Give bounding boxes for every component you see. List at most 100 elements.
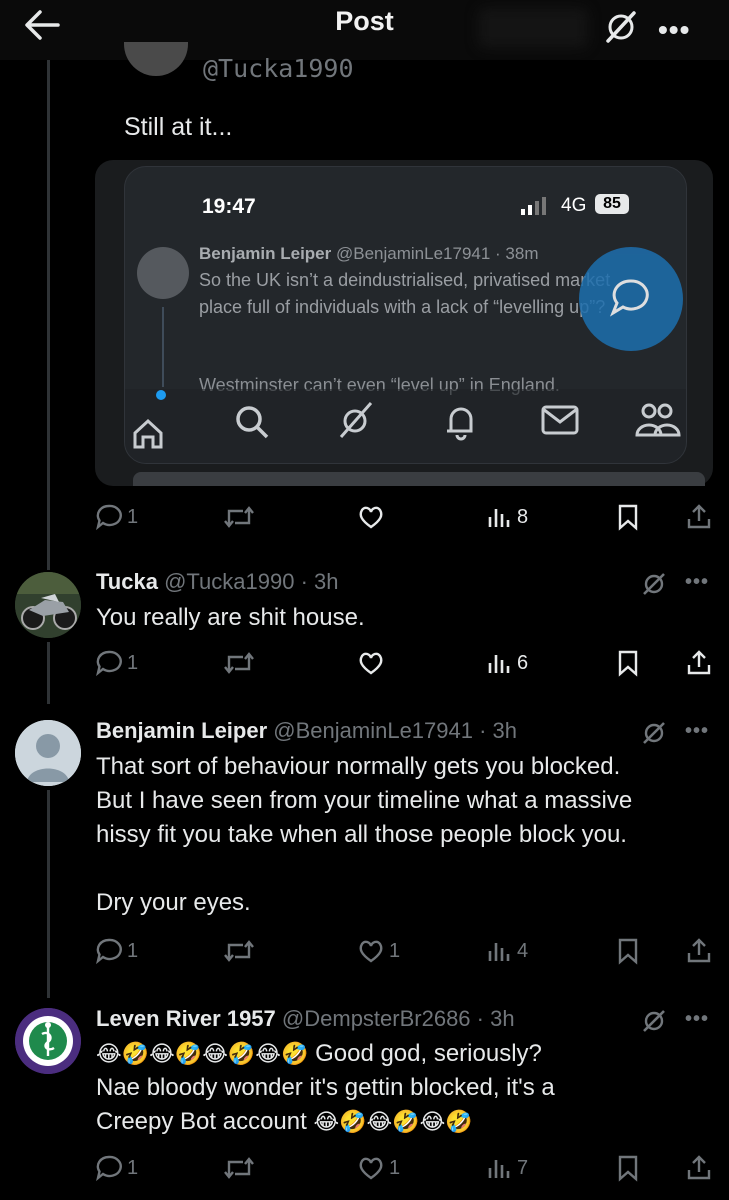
views-count: 6 [517, 651, 529, 674]
views-icon [488, 655, 510, 673]
more-icon[interactable]: ••• [685, 571, 709, 594]
text-line: That sort of behaviour normally gets you… [96, 753, 621, 780]
dot-separator: · [470, 1006, 491, 1031]
like-button[interactable]: 1 [357, 1151, 400, 1185]
retweet-button[interactable] [223, 934, 255, 968]
reply-text: 😂🤣😂🤣😂🤣😂🤣 Good god, seriously? Nae bloody… [96, 1037, 708, 1139]
text-line: Creepy Bot account 😂🤣😂🤣😂🤣 [96, 1105, 708, 1139]
reply-count: 1 [127, 651, 139, 674]
emoji-run: 😂🤣😂🤣😂🤣😂🤣 [96, 1041, 309, 1066]
share-button[interactable] [685, 1151, 713, 1185]
views-button[interactable]: 4 [487, 934, 528, 968]
battery-badge: 85 [595, 194, 629, 214]
top-bar: Post ••• [0, 0, 729, 60]
reply-actions: 1 6 [95, 646, 715, 680]
like-button[interactable] [357, 646, 385, 680]
text-line: 😂🤣😂🤣😂🤣😂🤣 Good god, seriously? [96, 1037, 708, 1071]
avatar[interactable] [15, 572, 81, 638]
like-count: 1 [389, 939, 401, 962]
like-icon [359, 940, 383, 963]
grok-icon[interactable] [604, 10, 638, 44]
quoted-avatar [124, 42, 188, 76]
dot-separator: · [300, 569, 308, 594]
share-icon [687, 504, 711, 529]
grok-icon[interactable] [641, 1008, 667, 1034]
retweet-icon [224, 1157, 254, 1179]
reply-text: You really are shit house. [96, 604, 365, 631]
network-label: 4G [561, 195, 587, 216]
thread-line [47, 642, 50, 704]
reply-icon [96, 650, 122, 677]
screenshot-author-meta: @BenjaminLe17941 · 38m [336, 244, 539, 263]
bookmark-icon [618, 1155, 638, 1182]
more-icon[interactable]: ••• [685, 720, 709, 743]
share-icon [687, 650, 711, 675]
grok-icon[interactable] [641, 720, 667, 746]
grok-icon[interactable] [641, 571, 667, 597]
retweet-icon [224, 506, 254, 528]
share-icon [687, 1155, 711, 1180]
dot-separator: · [472, 718, 493, 743]
text-line: But I have seen from your timeline what … [96, 787, 633, 814]
like-button[interactable]: 1 [357, 934, 400, 968]
emoji-run: 😂🤣😂🤣😂🤣 [313, 1109, 473, 1134]
post-time: 3h [314, 569, 339, 594]
more-icon[interactable]: ••• [658, 14, 690, 46]
share-button[interactable] [685, 500, 713, 534]
attached-screenshot[interactable]: 19:47 4G 85 Benjamin Leiper @BenjaminLe1… [124, 166, 687, 464]
views-count: 7 [517, 1156, 529, 1179]
views-button[interactable]: 6 [487, 646, 528, 680]
reply-author: Leven River 1957 @DempsterBr2686 · 3h [96, 1006, 515, 1032]
reply-count: 1 [127, 505, 139, 528]
author-handle: @DempsterBr2686 [281, 1006, 471, 1031]
avatar[interactable] [15, 720, 81, 786]
views-button[interactable]: 7 [487, 1151, 528, 1185]
badge-avatar-icon [15, 1008, 81, 1074]
reply-author: Tucka @Tucka1990 · 3h [96, 569, 339, 595]
screenshot-avatar [137, 247, 189, 299]
retweet-icon [224, 652, 254, 674]
more-icon[interactable]: ••• [685, 1008, 709, 1031]
views-button[interactable]: 8 [487, 500, 528, 534]
bookmark-icon [618, 504, 638, 531]
post-time: 3h [492, 718, 518, 743]
views-icon [488, 509, 510, 527]
share-button[interactable] [685, 934, 713, 968]
retweet-button[interactable] [223, 646, 255, 680]
reply-count: 1 [127, 939, 139, 962]
retweet-button[interactable] [223, 1151, 255, 1185]
reply-button[interactable]: 1 [95, 934, 138, 968]
bookmark-button[interactable] [616, 1151, 640, 1185]
blurred-region [478, 8, 588, 48]
bookmark-button[interactable] [616, 934, 640, 968]
thread-line [47, 790, 50, 998]
like-button[interactable] [357, 500, 385, 534]
reply-count: 1 [127, 1156, 139, 1179]
post-time: 3h [490, 1006, 515, 1031]
retweet-button[interactable] [223, 500, 255, 534]
quoted-handle: @Tucka1990 [203, 54, 354, 83]
like-icon [359, 652, 383, 675]
screenshot-time: 19:47 [202, 195, 256, 218]
reply-text: That sort of behaviour normally gets you… [96, 750, 708, 920]
author-name[interactable]: Benjamin Leiper [96, 718, 267, 743]
bookmark-button[interactable] [616, 500, 640, 534]
reply-button[interactable]: 1 [95, 500, 138, 534]
reply-button[interactable]: 1 [95, 646, 138, 680]
signal-icon [521, 197, 546, 215]
author-name[interactable]: Leven River 1957 [96, 1006, 276, 1031]
screenshot-thread-line [162, 307, 164, 387]
screenshot-nav-bar [125, 389, 686, 463]
screenshot-compose-button [579, 247, 683, 351]
avatar[interactable] [15, 1008, 81, 1074]
text-line: Dry your eyes. [96, 889, 251, 916]
bookmark-icon [618, 938, 638, 965]
like-count: 1 [389, 1156, 401, 1179]
reply-icon [96, 504, 122, 531]
reply-author: Benjamin Leiper @BenjaminLe17941 · 3h [96, 718, 517, 744]
card-edge [133, 472, 705, 486]
reply-button[interactable]: 1 [95, 1151, 138, 1185]
author-name[interactable]: Tucka [96, 569, 158, 594]
share-button[interactable] [685, 646, 713, 680]
bookmark-button[interactable] [616, 646, 640, 680]
